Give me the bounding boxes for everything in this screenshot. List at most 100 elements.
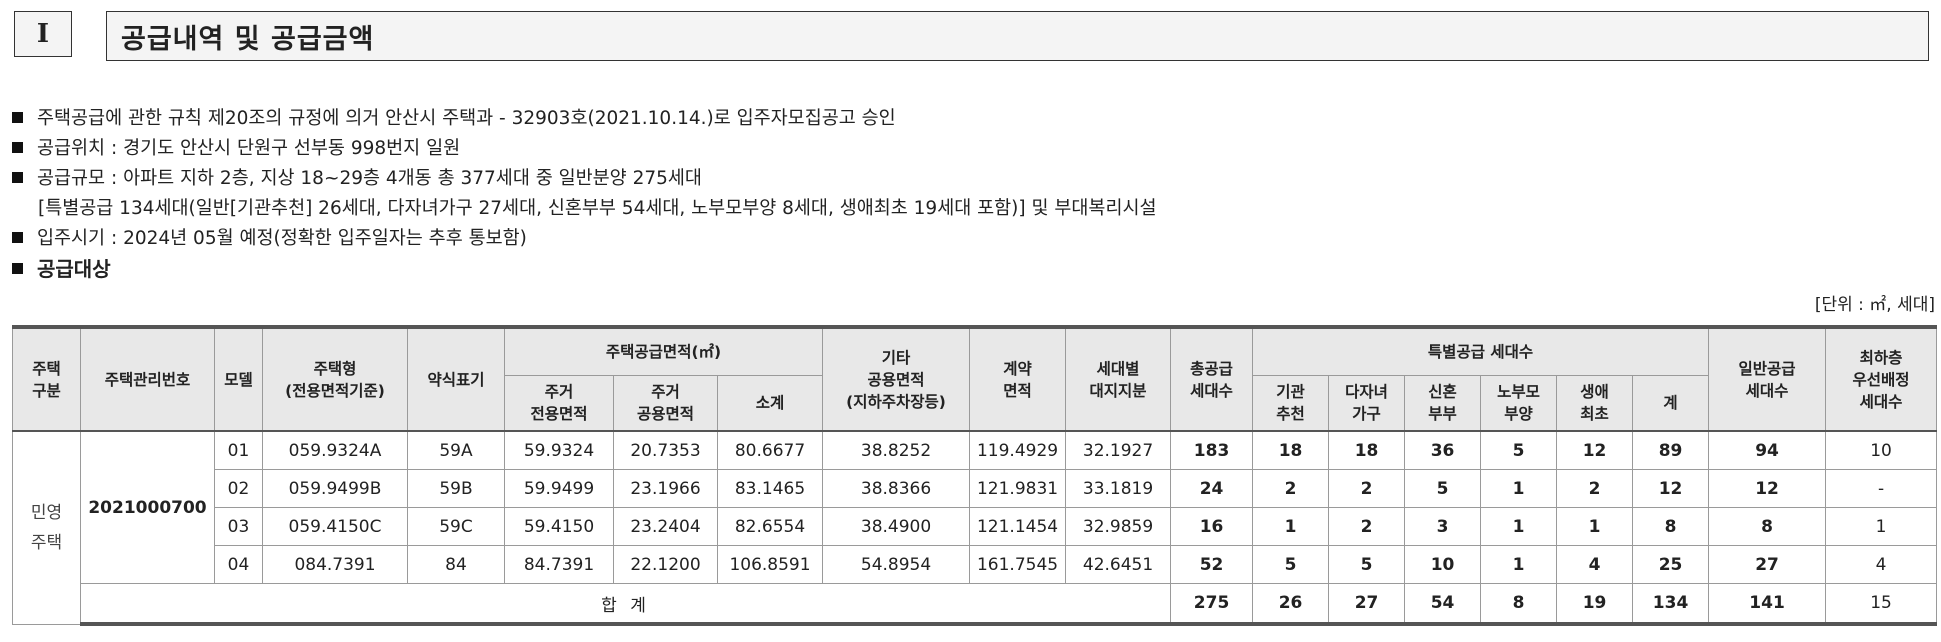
sp-sum-total: 134: [1632, 583, 1710, 626]
model-cell: 02: [214, 469, 263, 508]
contract-cell: 161.7545: [969, 545, 1067, 584]
first-cell: 2: [1556, 469, 1634, 508]
first-sum: 19: [1556, 583, 1634, 626]
col-header-sp-sum: 계: [1632, 375, 1710, 432]
newly-cell: 36: [1404, 430, 1482, 470]
elder-cell: 5: [1480, 430, 1558, 470]
model-cell: 01: [214, 430, 263, 470]
short-label-cell: 59A: [407, 430, 505, 470]
col-header-subtotal: 소계: [716, 375, 824, 432]
col-header-other-common: 기타 공용면적 (지하주차장등): [822, 326, 971, 432]
elder-sum: 8: [1480, 583, 1558, 626]
land-share-cell: 32.1927: [1065, 430, 1172, 470]
col-header-lowest: 최하층 우선배정 세대수: [1825, 326, 1938, 432]
col-header-multi: 다자녀 가구: [1328, 375, 1406, 432]
elder-cell: 1: [1480, 507, 1558, 546]
general-cell: 12: [1708, 469, 1827, 508]
table-row: 02 059.9499B 59B 59.9499 23.1966 83.1465…: [13, 469, 1938, 508]
contract-cell: 119.4929: [969, 430, 1067, 470]
multi-sum: 27: [1328, 583, 1406, 626]
supply-table: 주택 구분 주택관리번호 모델 주택형 (전용면적기준) 약식표기 주택공급면적…: [12, 325, 1938, 626]
contract-cell: 121.9831: [969, 469, 1067, 508]
inst-cell: 1: [1252, 507, 1330, 546]
subtotal-cell: 83.1465: [716, 469, 824, 508]
subtotal-cell: 106.8591: [716, 545, 824, 584]
short-label-cell: 84: [407, 545, 505, 584]
col-header-type: 주택 구분: [12, 326, 81, 432]
col-header-model: 모델: [214, 326, 263, 432]
model-cell: 03: [214, 507, 263, 546]
bullet-scale-detail: [특별공급 134세대(일반[기관추천] 26세대, 다자녀가구 27세대, 신…: [38, 198, 1157, 219]
general-cell: 8: [1708, 507, 1827, 546]
other-common-cell: 54.8954: [822, 545, 971, 584]
res-excl-cell: 59.9499: [504, 469, 614, 508]
section-title: 공급내역 및 공급금액: [106, 11, 1929, 61]
col-header-special: 특별공급 세대수: [1252, 326, 1710, 376]
total-supply-cell: 183: [1170, 430, 1254, 470]
lowest-cell: -: [1825, 469, 1938, 508]
col-header-housing-type: 주택형 (전용면적기준): [262, 326, 408, 432]
square-bullet-icon: [12, 111, 23, 123]
col-header-elder: 노부모 부양: [1480, 375, 1558, 432]
col-header-inst: 기관 추천: [1252, 375, 1330, 432]
inst-sum: 26: [1252, 583, 1330, 626]
short-label-cell: 59C: [407, 507, 505, 546]
col-header-first: 생애 최초: [1556, 375, 1634, 432]
res-common-cell: 23.2404: [613, 507, 718, 546]
housing-type-cell: 059.9324A: [262, 430, 408, 470]
total-supply-cell: 24: [1170, 469, 1254, 508]
col-header-general: 일반공급 세대수: [1708, 326, 1827, 432]
other-common-cell: 38.8366: [822, 469, 971, 508]
res-excl-cell: 59.4150: [504, 507, 614, 546]
lowest-cell: 10: [1825, 430, 1938, 470]
multi-cell: 5: [1328, 545, 1406, 584]
section-number: I: [14, 11, 72, 57]
table-row: 민영 주택 2021000700 01 059.9324A 59A 59.932…: [12, 430, 1938, 625]
col-header-short-label: 약식표기: [407, 326, 505, 432]
newly-cell: 3: [1404, 507, 1482, 546]
bullet-approval: 주택공급에 관한 규칙 제20조의 규정에 의거 안산시 주택과 - 32903…: [10, 104, 1931, 134]
inst-cell: 18: [1252, 430, 1330, 470]
col-header-res-excl: 주거 전용면적: [504, 375, 614, 432]
square-bullet-icon: [12, 263, 23, 274]
general-cell: 27: [1708, 545, 1827, 584]
first-cell: 4: [1556, 545, 1634, 584]
other-common-cell: 38.4900: [822, 507, 971, 546]
subtotal-cell: 80.6677: [716, 430, 824, 470]
col-header-total-supply: 총공급 세대수: [1170, 326, 1254, 432]
short-label-cell: 59B: [407, 469, 505, 508]
res-common-cell: 23.1966: [613, 469, 718, 508]
newly-sum: 54: [1404, 583, 1482, 626]
lowest-sum: 15: [1825, 583, 1938, 626]
multi-cell: 2: [1328, 507, 1406, 546]
sp-sum-cell: 89: [1632, 430, 1710, 470]
col-header-newly: 신혼 부부: [1404, 375, 1482, 432]
square-bullet-icon: [12, 141, 23, 153]
type-cell: 민영 주택: [12, 430, 81, 625]
col-header-res-common: 주거 공용면적: [613, 375, 718, 432]
square-bullet-icon: [12, 231, 23, 243]
general-sum: 141: [1708, 583, 1827, 626]
bullet-list: 주택공급에 관한 규칙 제20조의 규정에 의거 안산시 주택과 - 32903…: [10, 104, 1931, 284]
total-row: 합 계 275 26 27 54 8 19 134 141 15: [13, 583, 1938, 626]
sp-sum-cell: 25: [1632, 545, 1710, 584]
elder-cell: 1: [1480, 545, 1558, 584]
bullet-location: 공급위치 : 경기도 안산시 단원구 선부동 998번지 일원: [10, 134, 1931, 164]
inst-cell: 5: [1252, 545, 1330, 584]
square-bullet-icon: [12, 171, 23, 183]
general-cell: 94: [1708, 430, 1827, 470]
res-excl-cell: 59.9324: [504, 430, 614, 470]
unit-note: [단위 : ㎡, 세대]: [1814, 295, 1935, 315]
housing-type-cell: 084.7391: [262, 545, 408, 584]
bullet-scale: 공급규모 : 아파트 지하 2층, 지상 18~29층 4개동 총 377세대 …: [10, 164, 1931, 194]
bullet-move-in: 입주시기 : 2024년 05월 예정(정확한 입주일자는 추후 통보함): [10, 224, 1931, 254]
sp-sum-cell: 12: [1632, 469, 1710, 508]
newly-cell: 10: [1404, 545, 1482, 584]
col-header-contract-area: 계약 면적: [969, 326, 1067, 432]
land-share-cell: 33.1819: [1065, 469, 1172, 508]
multi-cell: 18: [1328, 430, 1406, 470]
inst-cell: 2: [1252, 469, 1330, 508]
col-header-mgmt-no: 주택관리번호: [80, 326, 215, 432]
res-excl-cell: 84.7391: [504, 545, 614, 584]
sp-sum-cell: 8: [1632, 507, 1710, 546]
